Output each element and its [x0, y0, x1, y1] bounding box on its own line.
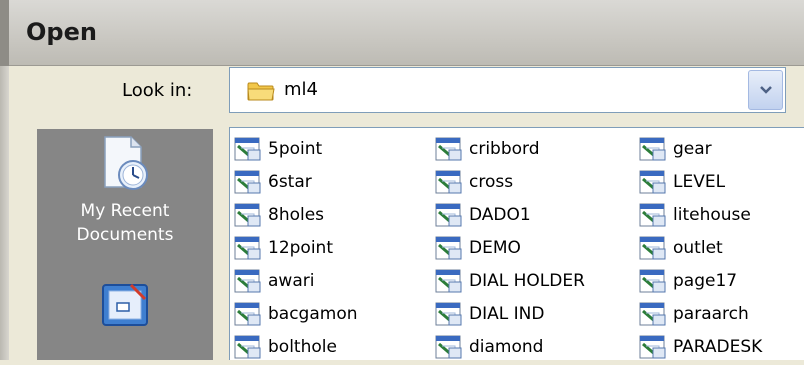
- file-item-label: PARADESK: [673, 337, 763, 357]
- file-item[interactable]: litehouse: [639, 200, 751, 230]
- window-frame-left: [0, 0, 9, 66]
- file-item-label: DIAL IND: [469, 304, 545, 324]
- file-item-label: page17: [673, 271, 738, 291]
- recent-documents-icon: [104, 136, 148, 190]
- file-item-label: DIAL HOLDER: [469, 271, 585, 291]
- file-item-label: awari: [268, 271, 315, 291]
- file-document-icon: [639, 136, 667, 162]
- file-document-icon: [435, 334, 463, 360]
- file-item[interactable]: cross: [435, 167, 513, 197]
- lookin-dropdown[interactable]: ml4: [229, 67, 786, 113]
- window-frame-edge: [0, 66, 9, 360]
- file-item[interactable]: DADO1: [435, 200, 531, 230]
- lookin-dropdown-button[interactable]: [748, 70, 783, 110]
- file-document-icon: [234, 235, 262, 261]
- file-document-icon: [435, 169, 463, 195]
- file-item[interactable]: LEVEL: [639, 167, 725, 197]
- file-item[interactable]: outlet: [639, 233, 723, 263]
- file-item-label: outlet: [673, 238, 723, 258]
- file-document-icon: [435, 136, 463, 162]
- file-item[interactable]: bacgamon: [234, 299, 358, 329]
- file-item-label: DADO1: [469, 205, 531, 225]
- file-item-label: DEMO: [469, 238, 521, 258]
- file-item[interactable]: diamond: [435, 332, 543, 362]
- file-item[interactable]: paraarch: [639, 299, 749, 329]
- file-item-label: diamond: [469, 337, 544, 357]
- file-item-label: LEVEL: [673, 172, 726, 192]
- place-desktop[interactable]: [37, 279, 213, 359]
- file-item-label: 6star: [268, 172, 312, 192]
- file-document-icon: [435, 268, 463, 294]
- file-item-label: 5point: [268, 139, 323, 159]
- file-document-icon: [234, 202, 262, 228]
- file-document-icon: [639, 334, 667, 360]
- file-item[interactable]: awari: [234, 266, 314, 296]
- file-item[interactable]: 6star: [234, 167, 312, 197]
- file-item-label: 8holes: [268, 205, 325, 225]
- file-item[interactable]: 5point: [234, 134, 322, 164]
- file-document-icon: [435, 301, 463, 327]
- file-item-label: gear: [673, 139, 712, 159]
- file-document-icon: [435, 202, 463, 228]
- file-item[interactable]: 12point: [234, 233, 333, 263]
- file-item-label: 12point: [268, 238, 333, 258]
- place-label-line2: Documents: [76, 225, 174, 245]
- file-document-icon: [639, 169, 667, 195]
- title-bar[interactable]: Open: [0, 0, 804, 66]
- file-document-icon: [639, 202, 667, 228]
- chevron-down-icon: [759, 86, 772, 94]
- file-item[interactable]: PARADESK: [639, 332, 762, 362]
- file-item[interactable]: page17: [639, 266, 737, 296]
- desktop-icon: [102, 283, 148, 326]
- file-item[interactable]: cribbord: [435, 134, 540, 164]
- file-document-icon: [234, 136, 262, 162]
- lookin-value: ml4: [284, 79, 318, 100]
- file-document-icon: [639, 301, 667, 327]
- file-item-label: cribbord: [469, 139, 540, 159]
- dialog-title: Open: [26, 18, 97, 46]
- place-my-recent-documents[interactable]: My Recent Documents: [37, 135, 213, 265]
- file-document-icon: [234, 334, 262, 360]
- file-list[interactable]: 5point 6star 8holes 12point awari bacgamon bol…: [229, 127, 804, 360]
- file-document-icon: [435, 235, 463, 261]
- file-document-icon: [234, 169, 262, 195]
- file-item-label: cross: [469, 172, 514, 192]
- folder-icon: [247, 82, 275, 101]
- file-document-icon: [234, 301, 262, 327]
- file-item[interactable]: 8holes: [234, 200, 324, 230]
- places-bar: My Recent Documents: [37, 129, 213, 360]
- file-item-label: litehouse: [673, 205, 751, 225]
- file-document-icon: [639, 235, 667, 261]
- file-item-label: bolthole: [268, 337, 337, 357]
- file-item-label: paraarch: [673, 304, 749, 324]
- place-label-line1: My Recent: [80, 201, 170, 221]
- file-document-icon: [639, 268, 667, 294]
- file-item[interactable]: DEMO: [435, 233, 521, 263]
- lookin-label: Look in:: [122, 80, 193, 101]
- file-document-icon: [234, 268, 262, 294]
- file-item[interactable]: bolthole: [234, 332, 337, 362]
- file-item[interactable]: DIAL IND: [435, 299, 544, 329]
- file-item[interactable]: gear: [639, 134, 712, 164]
- file-item[interactable]: DIAL HOLDER: [435, 266, 585, 296]
- file-item-label: bacgamon: [268, 304, 358, 324]
